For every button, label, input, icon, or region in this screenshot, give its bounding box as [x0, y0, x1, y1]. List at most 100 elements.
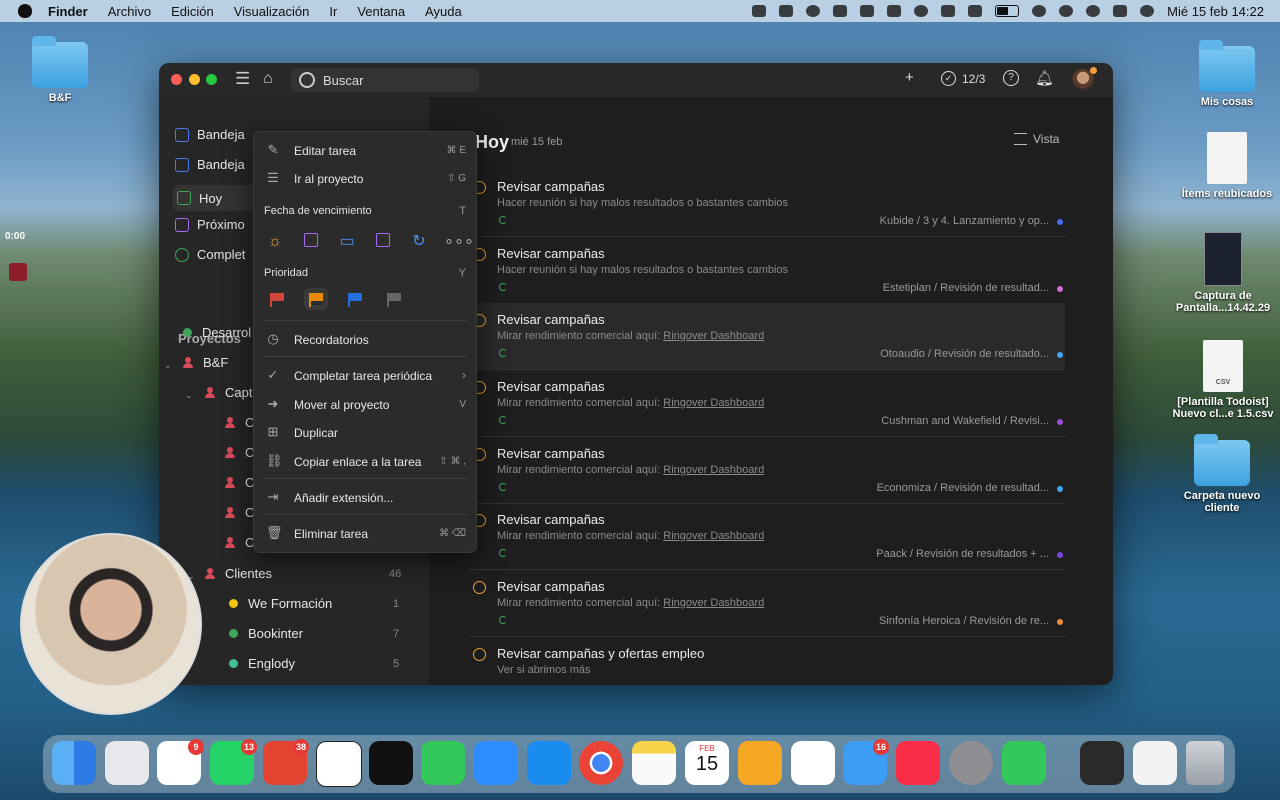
menu-item-complete-recurring[interactable]: ✓ Completar tarea periódica › — [254, 363, 476, 389]
dock-zoom-icon[interactable] — [474, 741, 518, 785]
menu-finder[interactable]: Finder — [48, 4, 88, 19]
subproject-item[interactable]: C — [225, 505, 254, 520]
desktop-folder-bf[interactable]: B&F — [5, 36, 115, 104]
sidebar-item-inbox-team[interactable]: Bandeja — [175, 157, 245, 172]
sidebar-item-inbox[interactable]: Bandeja — [175, 127, 245, 142]
status-app-icon[interactable] — [752, 5, 767, 17]
bluetooth-icon[interactable] — [968, 5, 983, 17]
project-bf[interactable]: B&F — [183, 355, 228, 370]
task-project-label[interactable]: Economiza / Revisión de resultad... — [877, 482, 1049, 494]
menu-visualizacion[interactable]: Visualización — [234, 4, 310, 19]
wifi-icon[interactable] — [1032, 5, 1047, 17]
dock-messages-icon[interactable] — [1002, 741, 1046, 785]
more-options-icon[interactable]: ∘∘∘ — [444, 233, 474, 251]
dock-obs-icon[interactable] — [369, 741, 413, 785]
task-project-label[interactable]: Sinfonía Heroica / Revisión de re... — [879, 615, 1049, 627]
search-input[interactable]: Buscar — [291, 68, 479, 92]
task-row[interactable]: Revisar campañas Mirar rendimiento comer… — [469, 370, 1065, 437]
status-app-icon[interactable] — [833, 5, 848, 17]
task-link[interactable]: Ringover Dashboard — [663, 530, 764, 542]
help-icon[interactable]: ? — [1003, 70, 1019, 86]
menu-item-delete-task[interactable]: 🗑︎ Eliminar tarea ⌘ ⌫ — [254, 521, 476, 547]
task-link[interactable]: Ringover Dashboard — [663, 597, 764, 609]
desktop-folder-carpeta-nuevo-cliente[interactable]: Carpeta nuevo cliente — [1167, 434, 1277, 514]
task-project-label[interactable]: Paack / Revisión de resultados + ... — [876, 548, 1049, 560]
menu-item-add-extension[interactable]: ⇥ Añadir extensión... — [254, 485, 476, 511]
task-row[interactable]: Revisar campañas Mirar rendimiento comer… — [469, 437, 1065, 504]
menu-item-copy-link[interactable]: ⛓ Copiar enlace a la tarea ⇧ ⌘ , — [254, 449, 476, 475]
dock-launchpad-icon[interactable] — [105, 741, 149, 785]
menu-edicion[interactable]: Edición — [171, 4, 214, 19]
dock-music-icon[interactable] — [896, 741, 940, 785]
project-capt[interactable]: Capt — [205, 385, 252, 400]
task-link[interactable]: Ringover Dashboard — [663, 397, 764, 409]
dock-recent-file-icon[interactable] — [1080, 741, 1124, 785]
tomorrow-icon[interactable] — [301, 233, 321, 251]
volume-icon[interactable] — [941, 5, 956, 17]
project-desarrollo[interactable]: Desarrol — [183, 325, 251, 340]
task-project-label[interactable]: Cushman and Wakefield / Revisi... — [881, 415, 1049, 427]
brightness-icon[interactable] — [806, 5, 821, 17]
chevron-down-icon[interactable]: ⌄ — [164, 360, 172, 371]
menu-ayuda[interactable]: Ayuda — [425, 4, 462, 19]
stop-recording-button[interactable] — [9, 263, 27, 281]
menu-ir[interactable]: Ir — [329, 4, 337, 19]
task-link[interactable]: Ringover Dashboard — [663, 330, 764, 342]
menu-item-edit-task[interactable]: ✎ Editar tarea ⌘ E — [254, 138, 476, 164]
siri-icon[interactable] — [1140, 5, 1155, 17]
next-week-icon[interactable] — [373, 233, 393, 251]
menu-item-duplicate[interactable]: ⊞ Duplicar — [254, 420, 476, 446]
productivity-button[interactable]: ✓ 12/3 — [941, 71, 985, 86]
subproject-item[interactable]: C — [225, 475, 254, 490]
battery-icon[interactable] — [995, 5, 1020, 17]
dock-trash-icon[interactable] — [1186, 741, 1224, 785]
status-app-icon[interactable] — [887, 5, 902, 17]
chevron-down-icon[interactable]: ⌄ — [185, 390, 193, 401]
control-center-icon[interactable] — [1113, 5, 1128, 17]
home-icon[interactable]: ⌂ — [263, 70, 281, 88]
project-we-formacion[interactable]: We Formación — [229, 596, 332, 611]
priority-3-flag-icon[interactable] — [348, 293, 362, 307]
desktop-file-plantilla[interactable]: [Plantilla Todoist] Nuevo cl...e 1.5.csv — [1168, 340, 1278, 420]
menu-item-move-to-project[interactable]: ➜ Mover al proyecto V — [254, 392, 476, 418]
menu-icon[interactable]: ☰ — [235, 70, 251, 87]
menu-item-reminders[interactable]: ◷ Recordatorios — [254, 327, 476, 353]
task-complete-checkbox[interactable] — [473, 648, 486, 661]
dock-chrome-icon[interactable] — [579, 741, 623, 785]
sidebar-item-today[interactable]: Hoy — [173, 185, 257, 211]
dock-pages-icon[interactable] — [738, 741, 782, 785]
play-icon[interactable] — [914, 5, 929, 17]
apple-logo-icon[interactable] — [18, 4, 32, 18]
dock-notes-icon[interactable] — [632, 741, 676, 785]
today-sun-icon[interactable]: ☼ — [265, 233, 285, 251]
dock-notion-icon[interactable] — [316, 741, 362, 787]
priority-2-flag-icon[interactable] — [309, 293, 323, 307]
window-zoom-button[interactable] — [206, 74, 217, 85]
priority-1-flag-icon[interactable] — [270, 293, 284, 307]
dock-safari-icon[interactable] — [527, 741, 571, 785]
menu-item-go-to-project[interactable]: ☰ Ir al proyecto ⇧ G — [254, 166, 476, 192]
task-row[interactable]: Revisar campañas Hacer reunión si hay ma… — [469, 237, 1065, 304]
status-app-icon[interactable] — [779, 5, 794, 17]
task-row[interactable]: Revisar campañas Mirar rendimiento comer… — [469, 570, 1065, 637]
dock-finder-icon[interactable] — [52, 741, 96, 785]
project-bookinter[interactable]: Bookinter — [229, 626, 303, 641]
dock-readwise-icon[interactable] — [791, 741, 835, 785]
dock-system-settings-icon[interactable] — [949, 741, 993, 785]
desktop-file-items-reubicados[interactable]: Ítems reubicados — [1172, 132, 1280, 200]
task-project-label[interactable]: Estetiplan / Revisión de resultad... — [883, 282, 1049, 294]
notifications-bell-icon[interactable]: 🔔︎ — [1035, 69, 1054, 87]
dock-calendar-icon[interactable]: FEB 15 — [685, 741, 729, 785]
subproject-item[interactable]: C — [225, 415, 254, 430]
repeat-icon[interactable]: ↻ — [409, 233, 429, 251]
menu-clock[interactable]: Mié 15 feb 14:22 — [1167, 4, 1264, 19]
task-row[interactable]: Revisar campañas Mirar rendimiento comer… — [469, 303, 1065, 370]
subproject-item[interactable]: C — [225, 535, 254, 550]
user-icon[interactable] — [1059, 5, 1074, 17]
menu-ventana[interactable]: Ventana — [357, 4, 405, 19]
desktop-folder-mis-cosas[interactable]: Mis cosas — [1172, 40, 1280, 108]
task-complete-checkbox[interactable] — [473, 581, 486, 594]
task-row[interactable]: Revisar campañas y ofertas empleo Ver si… — [469, 637, 1065, 685]
view-options-button[interactable]: Vista — [1014, 132, 1059, 146]
dock-facetime-icon[interactable] — [421, 741, 465, 785]
